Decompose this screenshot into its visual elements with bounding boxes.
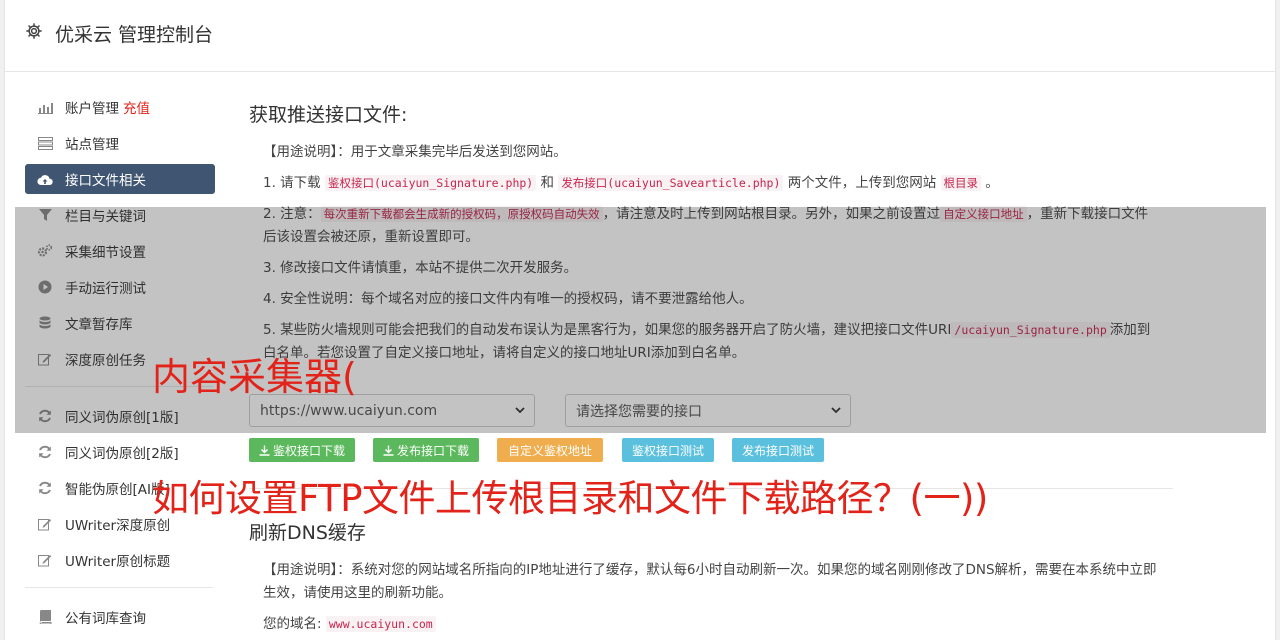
sidebar-item-api-files[interactable]: 接口文件相关: [25, 164, 215, 194]
sidebar-item-synonym-v1[interactable]: 同义词伪原创[1版]: [25, 401, 215, 431]
sidebar-item-label: 同义词伪原创[2版]: [65, 446, 179, 462]
sidebar-item-label: 站点管理: [65, 137, 119, 153]
sidebar-item-public-lexicon[interactable]: 公有词库查询: [25, 602, 215, 632]
sidebar-item-manual-run[interactable]: 手动运行测试: [25, 272, 215, 302]
section-title-dns: 刷新DNS缓存: [249, 522, 366, 544]
download-icon: [383, 445, 394, 456]
app-frame: 优采云 管理控制台 账户管理 充值 站点管理 接口文件相关 栏目与关键词 采集细…: [4, 0, 1276, 640]
sidebar-item-label: 采集细节设置: [65, 245, 146, 261]
filter-icon: [37, 207, 53, 223]
play-icon: [37, 279, 53, 295]
api-select-value: 请选择您需要的接口: [576, 403, 702, 420]
sidebar-item-label: UWriter原创标题: [65, 554, 171, 570]
button-label: 鉴权接口测试: [631, 443, 704, 458]
refresh-icon: [37, 480, 53, 496]
edit-icon: [37, 552, 53, 568]
overlay-title-line1: 内容采集器(: [152, 355, 357, 399]
sign-api-code: 鉴权接口(ucaiyun_Signature.php): [324, 175, 537, 191]
overlay-title-line2: 如何设置FTP文件上传根目录和文件下载路径？(一)): [152, 477, 988, 520]
download-icon: [259, 445, 270, 456]
sidebar-divider: [25, 587, 213, 588]
test-sign-button[interactable]: 鉴权接口测试: [622, 438, 714, 462]
server-icon: [37, 135, 53, 151]
step-5: 5. 某些防火墙规则可能会把我们的自动发布误认为是黑客行为，如果您的服务器开启了…: [263, 319, 1159, 365]
sidebar-item-label: 接口文件相关: [65, 173, 146, 189]
dns-usage-text: 【用途说明】：系统对您的网站域名所指向的IP地址进行了缓存，默认每6小时自动刷新…: [263, 562, 1157, 601]
button-label: 发布接口下载: [396, 443, 469, 458]
bar-chart-icon: [37, 99, 53, 115]
api-select[interactable]: 请选择您需要的接口: [565, 394, 851, 427]
usage-text: 【用途说明】：用于文章采集完毕后发送到您网站。: [263, 144, 567, 160]
sidebar-item-label: 公有词库查询: [65, 611, 146, 627]
button-label: 发布接口测试: [741, 443, 814, 458]
sidebar-item-label: 栏目与关键词: [65, 209, 146, 225]
sidebar-item-synonym-v2[interactable]: 同义词伪原创[2版]: [25, 437, 215, 467]
domain-select-value: https://www.ucaiyun.com: [260, 402, 438, 419]
signature-uri-code: /ucaiyun_Signature.php: [951, 322, 1110, 338]
database-icon: [37, 315, 53, 331]
edit-icon: [37, 516, 53, 532]
sidebar-item-label: 文章暂存库: [65, 317, 133, 333]
book-icon: [37, 609, 53, 625]
sidebar-item-uwriter-title[interactable]: UWriter原创标题: [25, 545, 215, 575]
sidebar-item-sites[interactable]: 站点管理: [25, 128, 215, 158]
custom-api-code: 自定义接口地址: [940, 206, 1027, 222]
test-publish-button[interactable]: 发布接口测试: [732, 438, 824, 462]
dns-domain-row: 您的域名: www.ucaiyun.com: [263, 613, 1159, 636]
step-text: 和: [540, 175, 555, 191]
refresh-icon: [37, 444, 53, 460]
edit-icon: [37, 351, 53, 367]
section-title-api-files: 获取推送接口文件:: [249, 104, 408, 126]
domain-value: www.ucaiyun.com: [325, 616, 436, 632]
root-dir-code: 根目录: [940, 175, 981, 191]
sidebar-item-label: 深度原创任务: [65, 353, 146, 369]
chevron-down-icon: [515, 407, 525, 414]
sidebar-item-collect-settings[interactable]: 采集细节设置: [25, 236, 215, 266]
step-text: 5. 某些防火墙规则可能会把我们的自动发布误认为是黑客行为，如果您的服务器开启了…: [263, 322, 952, 338]
chevron-down-icon: [831, 407, 841, 414]
button-label: 鉴权接口下载: [272, 443, 345, 458]
step-2: 2. 注意： 每次重新下载都会生成新的授权码，原授权码自动失效 ，请注意及时上传到网…: [263, 203, 1159, 249]
step-1: 1. 请下载 鉴权接口(ucaiyun_Signature.php) 和 发布接…: [263, 172, 1159, 195]
button-label: 自定义鉴权地址: [507, 443, 592, 458]
step-text: 1. 请下载: [263, 175, 321, 191]
sidebar-item-account[interactable]: 账户管理 充值: [25, 92, 215, 122]
sidebar-item-label: 账户管理: [65, 101, 119, 117]
step-text: 两个文件，上传到您网站: [787, 175, 937, 191]
page-title: 优采云 管理控制台: [55, 24, 214, 46]
gear-icon: [26, 23, 42, 39]
sidebar-item-columns-keywords[interactable]: 栏目与关键词: [25, 200, 215, 230]
cogs-icon: [37, 243, 53, 259]
sidebar-item-label: 手动运行测试: [65, 281, 146, 297]
download-publish-button[interactable]: 发布接口下载: [373, 438, 479, 462]
step-3: 3. 修改接口文件请慎重，本站不提供二次开发服务。: [263, 260, 578, 276]
step-text: 2. 注意：: [263, 206, 321, 222]
main-content: 获取推送接口文件: 【用途说明】：用于文章采集完毕后发送到您网站。 1. 请下载…: [249, 100, 1159, 373]
dns-section: 刷新DNS缓存 【用途说明】：系统对您的网站域名所指向的IP地址进行了缓存，默认…: [249, 518, 1159, 640]
domain-label: 您的域名:: [263, 616, 322, 632]
sidebar-item-label: 同义词伪原创[1版]: [65, 410, 179, 426]
refresh-icon: [37, 408, 53, 424]
warning-code: 每次重新下载都会生成新的授权码，原授权码自动失效: [320, 206, 603, 222]
download-sign-button[interactable]: 鉴权接口下载: [249, 438, 355, 462]
step-text: ，请注意及时上传到网站根目录。另外，如果之前设置过: [602, 206, 941, 222]
step-text: 。: [985, 175, 999, 191]
step-4: 4. 安全性说明：每个域名对应的接口文件内有唯一的授权码，请不要泄露给他人。: [263, 291, 753, 307]
custom-sign-url-button[interactable]: 自定义鉴权地址: [497, 438, 603, 462]
cloud-upload-icon: [37, 171, 53, 187]
publish-api-code: 发布接口(ucaiyun_Savearticle.php): [558, 175, 784, 191]
recharge-link[interactable]: 充值: [123, 97, 150, 117]
sidebar-item-article-storage[interactable]: 文章暂存库: [25, 308, 215, 338]
header: 优采云 管理控制台: [5, 0, 1275, 72]
